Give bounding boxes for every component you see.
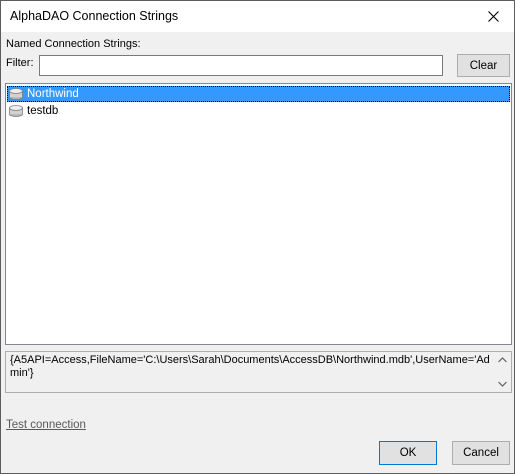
ok-button[interactable]: OK [379, 441, 437, 465]
list-item-testdb[interactable]: testdb [7, 103, 510, 119]
list-item-label: testdb [27, 105, 59, 117]
window-title: AlphaDAO Connection Strings [10, 9, 179, 23]
list-item-northwind[interactable]: Northwind [7, 86, 510, 102]
scroll-up-button[interactable] [495, 354, 509, 366]
filter-label: Filter: [6, 57, 34, 69]
connection-string-box[interactable]: {A5API=Access,FileName='C:\Users\Sarah\D… [5, 351, 512, 393]
database-icon [8, 104, 24, 118]
chevron-up-icon [497, 357, 507, 363]
connections-list[interactable]: Northwind testdb [5, 83, 512, 345]
test-connection-link[interactable]: Test connection [6, 419, 86, 431]
filter-input[interactable] [39, 55, 443, 76]
dialog-window: AlphaDAO Connection Strings Named Connec… [0, 0, 515, 474]
close-button[interactable] [478, 3, 508, 29]
cancel-button-label: Cancel [463, 447, 499, 459]
cancel-button[interactable]: Cancel [452, 441, 510, 465]
connection-string-text: {A5API=Access,FileName='C:\Users\Sarah\D… [10, 354, 490, 379]
database-icon [8, 87, 24, 101]
named-connections-label: Named Connection Strings: [6, 38, 141, 50]
close-icon [487, 10, 499, 22]
chevron-down-icon [497, 381, 507, 387]
scroll-down-button[interactable] [495, 378, 509, 390]
list-item-label: Northwind [27, 88, 79, 100]
title-bar: AlphaDAO Connection Strings [1, 1, 514, 32]
clear-button[interactable]: Clear [457, 54, 510, 77]
ok-button-label: OK [399, 447, 417, 459]
